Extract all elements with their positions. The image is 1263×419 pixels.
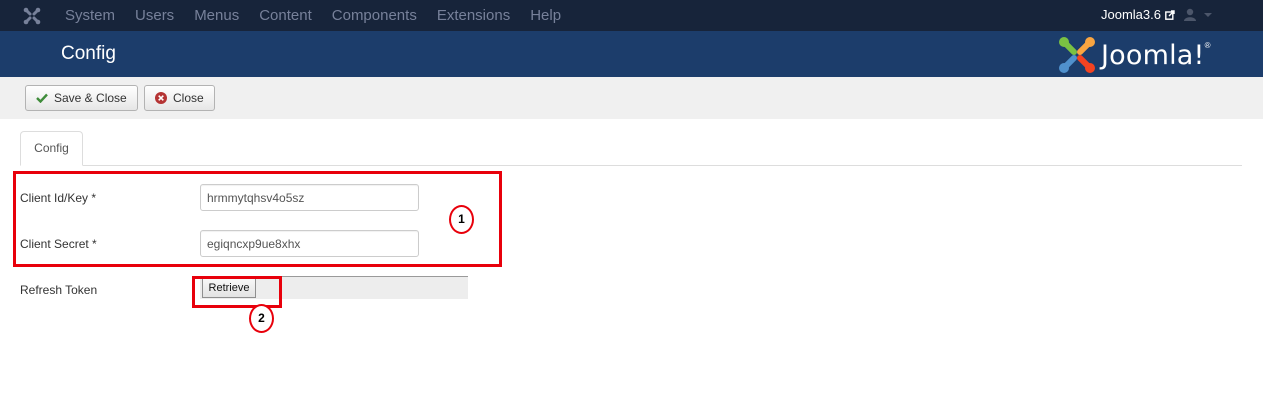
close-label: Close (173, 91, 204, 105)
brand-logo: Joomla! ® (1057, 35, 1210, 75)
joomla-brand-icon (1059, 37, 1095, 73)
site-link[interactable]: Joomla3.6 (1101, 7, 1175, 22)
annotation-box-2 (192, 276, 282, 308)
annotation-marker-1: 1 (449, 205, 474, 234)
menu-menus[interactable]: Menus (194, 7, 239, 24)
user-icon (1184, 8, 1196, 21)
site-name: Joomla3.6 (1101, 7, 1161, 22)
menu-extensions[interactable]: Extensions (437, 7, 510, 24)
menu-help[interactable]: Help (530, 7, 561, 24)
menu-users[interactable]: Users (135, 7, 174, 24)
tabs-divider (20, 165, 1242, 166)
page-header: Config Joomla! ® (0, 31, 1263, 77)
chevron-down-icon (1204, 12, 1212, 17)
menu-content[interactable]: Content (259, 7, 312, 24)
check-icon (36, 93, 48, 103)
menu-system[interactable]: System (65, 7, 115, 24)
external-link-icon (1165, 9, 1175, 20)
user-menu[interactable] (1184, 8, 1212, 21)
toolbar: Save & Close Close (0, 77, 1263, 119)
brand-text: Joomla! (1101, 39, 1205, 71)
main-menu: System Users Menus Content Components Ex… (65, 0, 581, 31)
refresh-token-label: Refresh Token (20, 283, 98, 297)
close-circle-icon (155, 92, 167, 104)
joomla-logo-icon[interactable] (22, 6, 42, 26)
tab-config[interactable]: Config (20, 131, 83, 166)
save-close-button[interactable]: Save & Close (25, 85, 138, 111)
close-button[interactable]: Close (144, 85, 215, 111)
save-close-label: Save & Close (54, 91, 127, 105)
page-title: Config (61, 43, 116, 64)
annotation-marker-2: 2 (249, 304, 274, 333)
top-navbar: System Users Menus Content Components Ex… (0, 0, 1263, 31)
annotation-box-1 (13, 171, 502, 267)
menu-components[interactable]: Components (332, 7, 417, 24)
registered-mark: ® (1204, 41, 1211, 50)
